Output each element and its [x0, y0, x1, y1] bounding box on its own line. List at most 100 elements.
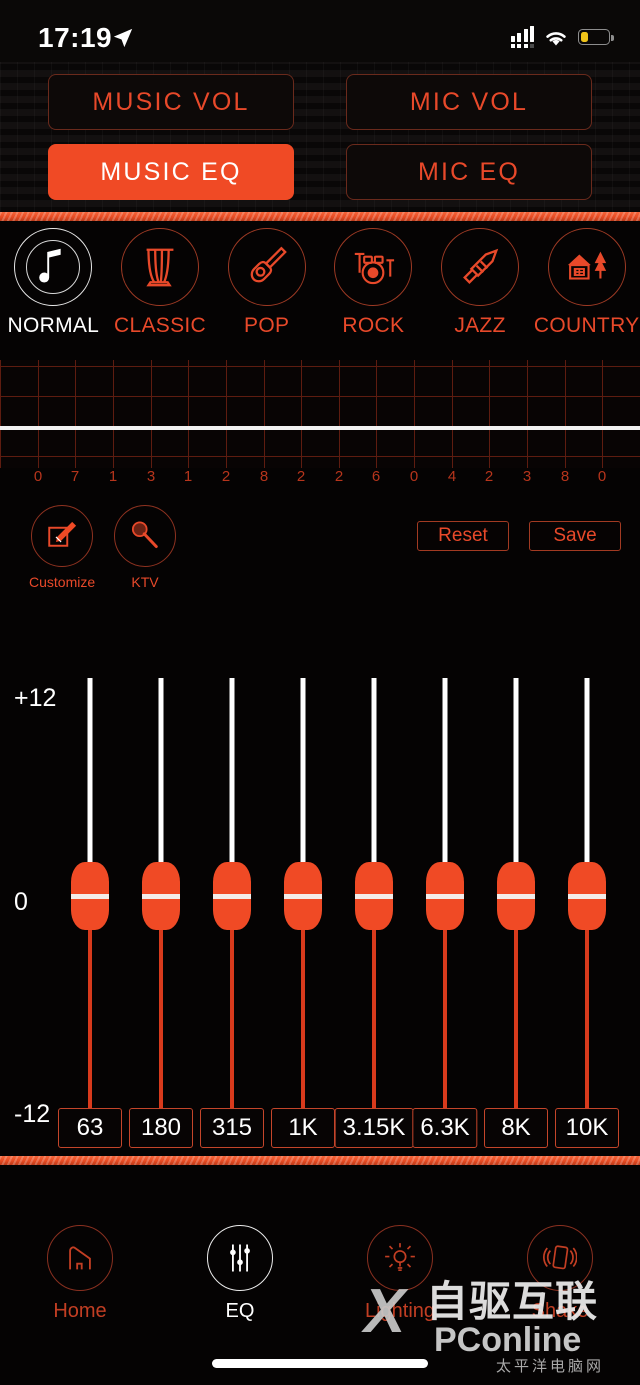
frequency-label-8K[interactable]: 8K — [484, 1108, 548, 1148]
eq-slider-band-1K[interactable]: 1K — [271, 660, 335, 1156]
frequency-label-180[interactable]: 180 — [129, 1108, 193, 1148]
house-tree-icon — [567, 251, 606, 280]
preset-classic[interactable]: CLASSIC — [107, 228, 214, 353]
harp-icon — [146, 248, 174, 287]
watermark-brand: PConline — [434, 1321, 582, 1359]
slider-thumb[interactable] — [355, 862, 393, 930]
grid-vline — [38, 360, 39, 468]
pencil-edit-icon — [48, 521, 77, 547]
eq-slider-band-180[interactable]: 180 — [129, 660, 193, 1156]
preset-country[interactable]: COUNTRY — [533, 228, 640, 353]
nav-item-lighting[interactable]: Lighting — [320, 1225, 480, 1323]
ktv-button[interactable]: KTV — [114, 505, 176, 590]
grid-vline — [75, 360, 76, 468]
customize-button[interactable]: Customize — [29, 505, 95, 590]
grid-hline — [0, 366, 640, 367]
eq-slider-band-8K[interactable]: 8K — [484, 660, 548, 1156]
microphone-icon — [131, 521, 158, 548]
slider-thumb[interactable] — [71, 862, 109, 930]
preset-rock[interactable]: ROCK — [320, 228, 427, 353]
slider-thumb[interactable] — [497, 862, 535, 930]
slider-thumb[interactable] — [213, 862, 251, 930]
axis-tick-label: 8 — [560, 468, 570, 485]
frequency-label-3.15K[interactable]: 3.15K — [334, 1108, 414, 1148]
preset-rock-ring — [334, 228, 413, 306]
slider-thumb[interactable] — [426, 862, 464, 930]
music-note-icon — [39, 248, 61, 283]
nav-home-label: Home — [53, 1300, 107, 1322]
slider-track-upper — [158, 678, 164, 862]
sliders-icon — [230, 1244, 250, 1272]
drums-icon — [355, 252, 395, 285]
scale-label-bottom: -12 — [14, 1100, 51, 1128]
nav-lighting-label: Lighting — [364, 1300, 436, 1322]
eq-slider-band-315[interactable]: 315 — [200, 660, 264, 1156]
nav-item-shake[interactable]: Shake — [480, 1225, 640, 1323]
axis-tick-label: 2 — [484, 468, 494, 485]
slider-thumb[interactable] — [568, 862, 606, 930]
reset-button[interactable]: Reset — [417, 521, 509, 551]
grid-vline — [264, 360, 265, 468]
separator-bottom — [0, 1156, 640, 1165]
save-button[interactable]: Save — [529, 521, 621, 551]
nav-item-home[interactable]: Home — [0, 1225, 160, 1323]
axis-tick-label: 1 — [183, 468, 193, 485]
preset-country-ring — [547, 228, 626, 306]
slider-track-upper — [371, 678, 377, 862]
trumpet-icon — [463, 248, 499, 284]
app-root: 17:19 MUSIC VOL MIC VOL MUSIC EQ MIC EQ — [0, 0, 640, 1385]
axis-tick-label: 2 — [296, 468, 306, 485]
axis-tick-label: 3 — [522, 468, 532, 485]
preset-classic-label: CLASSIC — [114, 314, 206, 337]
grid-vline — [565, 360, 566, 468]
status-time: 17:19 — [38, 22, 113, 53]
axis-tick-label: 0 — [33, 468, 43, 485]
frequency-label-10K[interactable]: 10K — [555, 1108, 619, 1148]
nav-eq-ring — [207, 1225, 273, 1291]
eq-slider-band-10K[interactable]: 10K — [555, 660, 619, 1156]
curve-gridlines — [0, 360, 640, 468]
slider-track-upper — [87, 678, 93, 862]
scale-label-mid: 0 — [14, 888, 28, 916]
slider-thumb[interactable] — [284, 862, 322, 930]
eq-curve-graph[interactable] — [0, 360, 640, 468]
customize-ring — [31, 505, 94, 567]
music-eq-button[interactable]: MUSIC EQ — [48, 144, 294, 200]
nav-shake-ring — [527, 1225, 593, 1291]
axis-tick-label: 0 — [597, 468, 607, 485]
curve-axis-labels: 0 7 1 3 1 2 8 2 2 6 0 4 2 3 8 0 — [0, 468, 640, 494]
frequency-label-6.3K[interactable]: 6.3K — [412, 1108, 478, 1148]
slider-track-lower — [372, 930, 376, 1108]
eq-slider-band-63[interactable]: 63 — [58, 660, 122, 1156]
cellular-signal-icon — [510, 26, 534, 48]
nav-item-eq[interactable]: EQ — [160, 1225, 320, 1323]
eq-slider-band-6.3K[interactable]: 6.3K — [412, 660, 478, 1156]
axis-tick-label: 0 — [409, 468, 419, 485]
frequency-label-63[interactable]: 63 — [58, 1108, 122, 1148]
preset-country-label: COUNTRY — [533, 314, 640, 337]
preset-normal[interactable]: NORMAL — [0, 228, 107, 353]
nav-home-ring — [47, 1225, 113, 1291]
preset-pop[interactable]: POP — [213, 228, 320, 353]
slider-thumb[interactable] — [142, 862, 180, 930]
eq-slider-band-3.15K[interactable]: 3.15K — [334, 660, 414, 1156]
equalizer-sliders: +12 0 -12 63 180 315 1K 3.15K 6.3K 8K 10K — [0, 660, 640, 1156]
nav-eq-label: EQ — [225, 1300, 255, 1322]
mic-eq-button[interactable]: MIC EQ — [346, 144, 592, 200]
frequency-label-315[interactable]: 315 — [200, 1108, 264, 1148]
frequency-label-1K[interactable]: 1K — [271, 1108, 335, 1148]
axis-tick-label: 3 — [146, 468, 156, 485]
axis-tick-label: 2 — [221, 468, 231, 485]
grid-hline — [0, 396, 640, 397]
mic-vol-button[interactable]: MIC VOL — [346, 74, 592, 130]
grid-vline — [452, 360, 453, 468]
axis-tick-label: 6 — [371, 468, 381, 485]
axis-tick-label: 7 — [70, 468, 80, 485]
preset-row: NORMAL CLASSIC POP ROCK JAZZ COUNTRY — [0, 228, 640, 353]
slider-track-lower — [88, 930, 92, 1108]
slider-track-upper — [584, 678, 590, 862]
music-vol-button[interactable]: MUSIC VOL — [48, 74, 294, 130]
preset-jazz[interactable]: JAZZ — [427, 228, 534, 353]
curve-line — [0, 426, 640, 430]
home-indicator[interactable] — [212, 1359, 428, 1368]
